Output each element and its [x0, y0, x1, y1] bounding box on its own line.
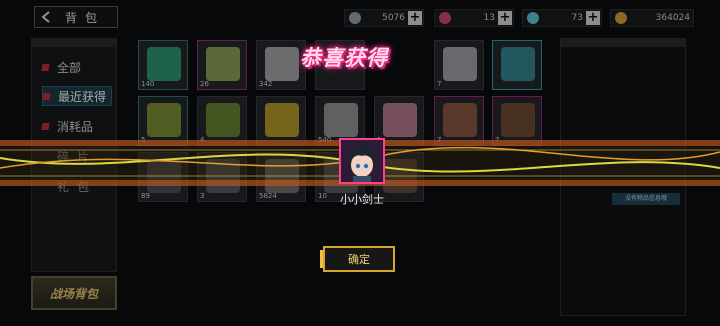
- reward-item-portrait: [339, 138, 385, 184]
- confirm-button[interactable]: 确定: [320, 246, 395, 272]
- confirm-label: 确定: [348, 253, 370, 266]
- swordsman-portrait-icon: [341, 140, 383, 182]
- reward-item-name: 小小剑士: [340, 193, 384, 206]
- congrats-title: 恭喜获得: [300, 46, 388, 70]
